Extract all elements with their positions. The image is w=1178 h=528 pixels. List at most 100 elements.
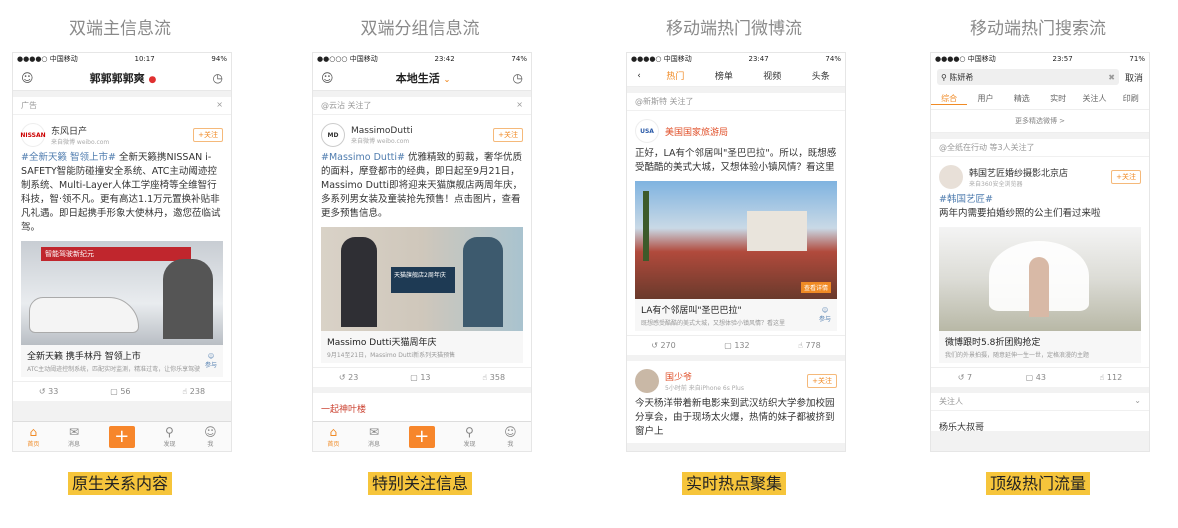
column-caption: 原生关系内容 bbox=[0, 470, 240, 495]
tab-label: 我 bbox=[507, 441, 514, 448]
like-button[interactable]: ☝ 238 bbox=[182, 387, 205, 396]
link-card[interactable]: Massimo Dutti天猫周年庆 9月14至21日，Massimo Dutt… bbox=[321, 331, 523, 363]
nav-bar: ☺ 郭郭郭郭爽 ● ◷ bbox=[13, 65, 231, 91]
followed-by-label[interactable]: @云沾 关注了 bbox=[321, 100, 372, 111]
tab-messages[interactable]: ✉ 消息 bbox=[368, 425, 380, 448]
chevron-down-icon[interactable]: ⌄ bbox=[1134, 396, 1141, 407]
comment-button[interactable]: ▢ 43 bbox=[1026, 373, 1046, 382]
next-post-card[interactable]: 国少爷 5小时前 来自iPhone 6s Plus +关注 今天杨洋带着新电影来… bbox=[627, 361, 845, 443]
hot-tabs: ‹ 热门 榜单 视频 头条 bbox=[627, 65, 845, 87]
back-icon[interactable]: ‹ bbox=[627, 71, 651, 81]
author-name[interactable]: 美国国家旅游局 bbox=[665, 125, 728, 138]
link-card[interactable]: 全新天籁 携手林丹 智领上市 ATC主动阈迹控制系统，匹配实时监测，精准过弯，让… bbox=[21, 345, 223, 377]
avatar[interactable] bbox=[939, 165, 963, 189]
tab-home[interactable]: ⌂ 首页 bbox=[327, 425, 339, 448]
status-time: 10:17 bbox=[134, 55, 155, 63]
author-name[interactable]: 韩国艺匠婚纱摄影北京店 bbox=[969, 166, 1068, 179]
follow-button[interactable]: +关注 bbox=[493, 128, 523, 142]
compose-button[interactable]: + bbox=[408, 425, 435, 448]
tab-hot[interactable]: 热门 bbox=[651, 69, 699, 82]
participate-icon[interactable]: ☺ 参与 bbox=[819, 307, 831, 323]
followed-by-label[interactable]: @全纸在行动 等3人关注了 bbox=[939, 142, 1035, 153]
author-name[interactable]: 国少爷 bbox=[665, 370, 744, 383]
like-button[interactable]: ☝ 112 bbox=[1100, 373, 1123, 382]
author-name[interactable]: MassimoDutti bbox=[351, 126, 413, 136]
like-button[interactable]: ☝ 358 bbox=[482, 373, 505, 382]
repost-button[interactable]: ↺ 33 bbox=[39, 387, 58, 396]
tab-label: 消息 bbox=[68, 441, 81, 448]
compose-button[interactable]: + bbox=[108, 425, 135, 448]
repost-button[interactable]: ↺ 270 bbox=[651, 341, 676, 350]
tab-ranking[interactable]: 榜单 bbox=[700, 69, 748, 82]
tab-headlines[interactable]: 头条 bbox=[797, 69, 845, 82]
comment-button[interactable]: ▢ 13 bbox=[410, 373, 430, 382]
next-post-card[interactable]: 杨乐大叔哥 bbox=[931, 411, 1149, 433]
close-icon[interactable]: × bbox=[216, 100, 223, 111]
tab-messages[interactable]: ✉ 消息 bbox=[68, 425, 80, 448]
followed-by-row: @新斯特 关注了 bbox=[627, 93, 845, 111]
search-input[interactable]: ⚲ 陈妍希 ✖ bbox=[937, 69, 1119, 85]
post-card[interactable]: NISSAN 东风日产 来自微博 weibo.com +关注 #全新天籁 智领上… bbox=[13, 115, 231, 381]
participate-icon[interactable]: ☺ 参与 bbox=[205, 353, 217, 369]
follow-button[interactable]: +关注 bbox=[193, 128, 223, 142]
tab-more[interactable]: 印刷 bbox=[1113, 93, 1149, 105]
post-image[interactable]: 天猫旗舰店2周年庆 bbox=[321, 227, 523, 331]
like-button[interactable]: ☝ 778 bbox=[798, 341, 821, 350]
avatar[interactable]: MD bbox=[321, 123, 345, 147]
search-value: 陈妍希 bbox=[949, 72, 974, 82]
avatar[interactable] bbox=[635, 369, 659, 393]
post-card[interactable]: USA 美国国家旅游局 正好，LA有个邻居叫"圣巴巴拉"。所以，既想感受酷酷的美… bbox=[627, 111, 845, 335]
topic-link[interactable]: #韩国艺匠# bbox=[939, 194, 993, 205]
follow-button[interactable]: +关注 bbox=[1111, 170, 1141, 184]
post-image[interactable]: 查看详情 bbox=[635, 181, 837, 299]
action-bar: ↺ 7 ▢ 43 ☝ 112 bbox=[931, 367, 1149, 387]
post-image[interactable] bbox=[939, 227, 1141, 331]
followed-by-label[interactable]: @新斯特 关注了 bbox=[635, 96, 694, 107]
next-post-author: 一起神叶楼 bbox=[321, 405, 367, 415]
tab-home[interactable]: ⌂ 首页 bbox=[27, 425, 39, 448]
close-icon[interactable]: × bbox=[516, 100, 523, 111]
tab-video[interactable]: 视频 bbox=[748, 69, 796, 82]
group-selector[interactable]: 本地生活 ⌄ bbox=[396, 70, 451, 86]
tab-realtime[interactable]: 实时 bbox=[1040, 93, 1076, 105]
tab-me[interactable]: ☺ 我 bbox=[504, 425, 517, 448]
comment-button[interactable]: ▢ 132 bbox=[724, 341, 749, 350]
avatar[interactable]: USA bbox=[635, 119, 659, 143]
home-icon: ⌂ bbox=[329, 425, 338, 439]
add-friend-icon[interactable]: ☺ bbox=[321, 71, 334, 85]
tab-discover[interactable]: ⚲ 发现 bbox=[463, 425, 475, 448]
follow-button[interactable]: +关注 bbox=[807, 374, 837, 388]
column-main-feed: 双端主信息流 ●●●●○ 中国移动 10:17 94% ☺ 郭郭郭郭爽 ● ◷ … bbox=[0, 0, 240, 528]
column-hot-search: 移动端热门搜索流 ●●●●○ 中国移动 23:57 71% ⚲ 陈妍希 ✖ 取消 … bbox=[918, 0, 1158, 528]
nav-title[interactable]: 郭郭郭郭爽 ● bbox=[90, 70, 157, 86]
add-friend-icon[interactable]: ☺ bbox=[21, 71, 34, 85]
topic-link[interactable]: #Massimo Dutti# bbox=[321, 152, 405, 163]
author-name[interactable]: 东风日产 bbox=[51, 124, 109, 137]
repost-count: 23 bbox=[348, 373, 359, 382]
post-card[interactable]: MD MassimoDutti 来自微博 weibo.com +关注 #Mass… bbox=[313, 115, 531, 367]
post-card[interactable]: 韩国艺匠婚纱摄影北京店 来自360安全浏览器 +关注 #韩国艺匠# 两年内需要拍婚… bbox=[931, 157, 1149, 367]
view-details-button[interactable]: 查看详情 bbox=[800, 282, 831, 293]
clear-icon[interactable]: ✖ bbox=[1108, 73, 1115, 82]
repost-button[interactable]: ↺ 7 bbox=[958, 373, 972, 382]
tab-discover[interactable]: ⚲ 发现 bbox=[163, 425, 175, 448]
link-card[interactable]: 微博跟时5.8折团购抢定 我们的外景拍摄，随意延伸一生一世，定格浪漫的主题 bbox=[939, 331, 1141, 363]
tab-all[interactable]: 综合 bbox=[931, 93, 968, 105]
tab-users[interactable]: 用户 bbox=[967, 93, 1003, 105]
link-card[interactable]: LA有个邻居叫"圣巴巴拉" 既想感受酷酷的美式大城，又想体验小镇风情？看这里 ☺… bbox=[635, 299, 837, 331]
avatar[interactable]: NISSAN bbox=[20, 123, 46, 147]
cancel-button[interactable]: 取消 bbox=[1125, 71, 1143, 84]
comment-button[interactable]: ▢ 56 bbox=[110, 387, 130, 396]
repost-button[interactable]: ↺ 23 bbox=[339, 373, 358, 382]
radar-icon[interactable]: ◷ bbox=[513, 71, 523, 85]
carrier-label: ●●●●○ 中国移动 bbox=[17, 55, 78, 63]
column-caption: 实时热点聚集 bbox=[614, 470, 854, 495]
more-featured-link[interactable]: 更多精选微博 > bbox=[931, 110, 1149, 133]
tab-featured[interactable]: 精选 bbox=[1004, 93, 1040, 105]
tab-me[interactable]: ☺ 我 bbox=[204, 425, 217, 448]
post-image[interactable]: 智能驾驶新纪元 bbox=[21, 241, 223, 345]
tab-following[interactable]: 关注人 bbox=[1076, 93, 1112, 105]
next-post-card[interactable]: 一起神叶楼 bbox=[313, 393, 531, 423]
radar-icon[interactable]: ◷ bbox=[213, 71, 223, 85]
topic-link[interactable]: #全新天籁 智领上市# bbox=[21, 152, 116, 163]
